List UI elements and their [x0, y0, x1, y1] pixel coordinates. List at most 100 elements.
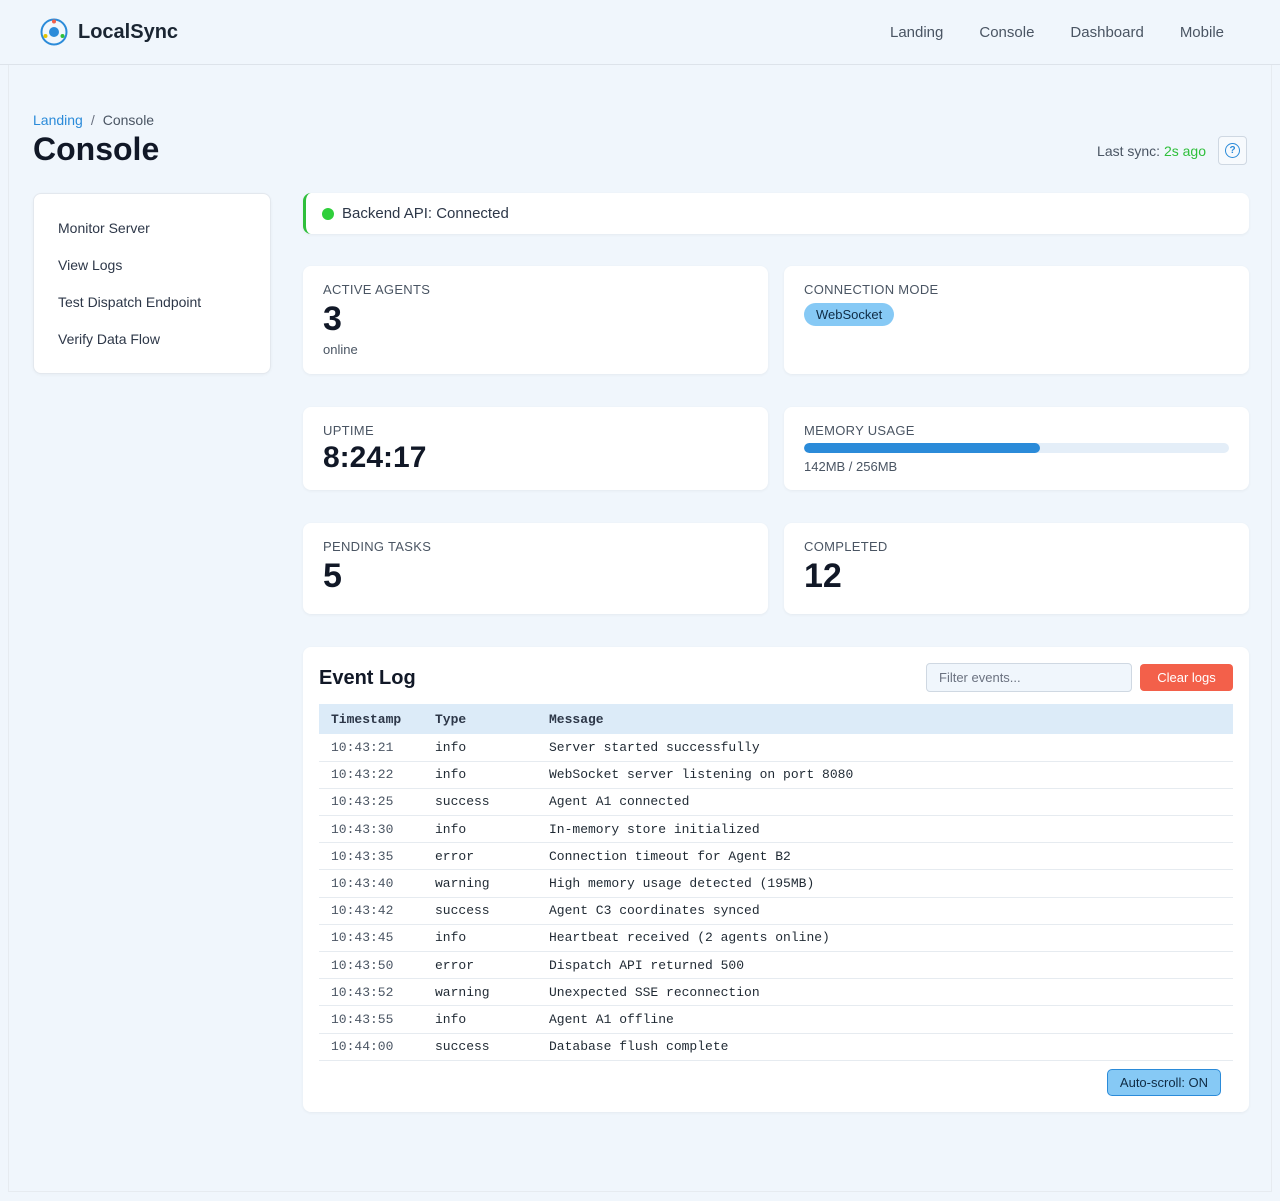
brand[interactable]: LocalSync	[40, 18, 178, 46]
log-message: Connection timeout for Agent B2	[537, 842, 1233, 871]
localsync-logo-icon	[40, 18, 68, 46]
log-type: info	[423, 761, 537, 789]
clear-logs-button[interactable]: Clear logs	[1140, 664, 1233, 691]
log-timestamp: 10:43:52	[319, 978, 423, 1007]
nav-mobile[interactable]: Mobile	[1162, 24, 1240, 41]
top-navbar: LocalSync Landing Console Dashboard Mobi…	[0, 0, 1280, 65]
log-timestamp: 10:43:42	[319, 897, 423, 925]
table-row: 10:43:22 info WebSocket server listening o…	[319, 761, 1233, 789]
stat-label: COMPLETED	[804, 539, 888, 554]
sidebar-item-view-logs[interactable]: View Logs	[58, 247, 246, 284]
column-header-type: Type	[423, 704, 537, 734]
nav-dashboard[interactable]: Dashboard	[1052, 24, 1161, 41]
uptime-value: 8:24:17	[323, 441, 427, 474]
uptime-card: UPTIME 8:24:17	[303, 407, 768, 490]
log-message: High memory usage detected (195MB)	[537, 869, 1233, 898]
table-row: 10:43:25 success Agent A1 connected	[319, 788, 1233, 817]
last-sync: Last sync: 2s ago	[1097, 143, 1206, 159]
event-log-title: Event Log	[319, 667, 416, 689]
backend-status-card: Backend API: Connected	[303, 193, 1249, 234]
log-message: Heartbeat received (2 agents online)	[537, 924, 1233, 953]
brand-name: LocalSync	[78, 20, 179, 43]
breadcrumb-landing[interactable]: Landing	[33, 112, 83, 128]
log-timestamp: 10:43:40	[319, 869, 423, 898]
log-timestamp: 10:43:30	[319, 815, 423, 844]
log-message: Agent A1 offline	[537, 1005, 1233, 1034]
backend-status-text: Backend API: Connected	[342, 205, 509, 222]
help-icon: ?	[1225, 143, 1240, 158]
connection-mode-badge: WebSocket	[804, 303, 895, 326]
event-log-table: Timestamp Type Message 10:43:21 info Serve…	[319, 704, 1233, 1061]
column-header-message: Message	[537, 704, 1233, 734]
table-row: 10:43:21 info Server started successfully	[319, 734, 1233, 762]
help-button[interactable]: ?	[1218, 136, 1247, 165]
log-type: success	[423, 1033, 537, 1061]
table-row: 10:43:35 error Connection timeout for Agen…	[319, 842, 1233, 871]
log-type: info	[423, 1005, 537, 1034]
stat-label: CONNECTION MODE	[804, 282, 939, 297]
log-type: warning	[423, 978, 537, 1007]
pending-tasks-value: 5	[323, 557, 342, 595]
log-timestamp: 10:43:25	[319, 788, 423, 817]
log-type: warning	[423, 869, 537, 898]
status-dot-icon	[322, 207, 334, 220]
log-timestamp: 10:44:00	[319, 1033, 423, 1061]
log-type: success	[423, 788, 537, 817]
log-type: error	[423, 951, 537, 980]
table-row: 10:44:00 success Database flush complete	[319, 1033, 1233, 1061]
memory-usage-card: MEMORY USAGE 142MB / 256MB	[784, 407, 1249, 490]
memory-progress-fill	[804, 443, 1040, 453]
table-row: 10:43:50 error Dispatch API returned 500	[319, 951, 1233, 980]
log-type: info	[423, 815, 537, 844]
log-type: info	[423, 734, 537, 762]
last-sync-label: Last sync:	[1097, 143, 1161, 159]
stat-label: ACTIVE AGENTS	[323, 282, 431, 297]
main-nav: Landing Console Dashboard Mobile	[872, 24, 1240, 41]
log-message: Database flush complete	[537, 1033, 1233, 1061]
table-header-row: Timestamp Type Message	[319, 704, 1233, 734]
breadcrumb: Landing / Console	[33, 112, 154, 128]
active-agents-value: 3	[323, 300, 342, 338]
last-sync-value: 2s ago	[1163, 143, 1206, 159]
sidebar-item-test-dispatch[interactable]: Test Dispatch Endpoint	[58, 284, 246, 321]
breadcrumb-current: Console	[102, 112, 155, 128]
table-row: 10:43:52 warning Unexpected SSE reconnecti…	[319, 978, 1233, 1007]
page-title: Console	[33, 131, 160, 167]
pending-tasks-card: PENDING TASKS 5	[303, 523, 768, 614]
log-message: In-memory store initialized	[537, 815, 1233, 844]
log-message: Unexpected SSE reconnection	[537, 978, 1233, 1007]
event-log-panel: Event Log Clear logs Timestamp Type Mess…	[303, 647, 1249, 1112]
memory-usage-text: 142MB / 256MB	[804, 459, 898, 474]
stat-label: MEMORY USAGE	[804, 423, 915, 438]
table-row: 10:43:45 info Heartbeat received (2 agents…	[319, 924, 1233, 953]
sidebar-item-monitor-server[interactable]: Monitor Server	[58, 210, 246, 247]
log-timestamp: 10:43:21	[319, 734, 423, 762]
breadcrumb-separator: /	[90, 112, 95, 128]
connection-mode-card: CONNECTION MODE WebSocket	[784, 266, 1249, 374]
log-timestamp: 10:43:35	[319, 842, 423, 871]
nav-landing[interactable]: Landing	[872, 24, 961, 41]
log-timestamp: 10:43:55	[319, 1005, 423, 1034]
stat-label: UPTIME	[323, 423, 374, 438]
log-timestamp: 10:43:45	[319, 924, 423, 953]
log-timestamp: 10:43:22	[319, 761, 423, 789]
nav-console[interactable]: Console	[961, 24, 1052, 41]
table-row: 10:43:30 info In-memory store initialized	[319, 815, 1233, 844]
log-message: Agent C3 coordinates synced	[537, 897, 1233, 925]
sidebar-item-verify-data-flow[interactable]: Verify Data Flow	[58, 321, 246, 358]
active-agents-sub: online	[323, 342, 358, 358]
table-row: 10:43:42 success Agent C3 coordinates sync…	[319, 897, 1233, 925]
column-header-timestamp: Timestamp	[319, 704, 423, 734]
completed-value: 12	[804, 557, 842, 595]
log-type: error	[423, 842, 537, 871]
log-message: Server started successfully	[537, 734, 1233, 762]
log-message: Dispatch API returned 500	[537, 951, 1233, 980]
memory-progress-bar	[804, 443, 1229, 453]
auto-scroll-toggle[interactable]: Auto-scroll: ON	[1107, 1069, 1221, 1096]
main-content: Landing / Console Console Last sync: 2s ag…	[8, 65, 1272, 1192]
active-agents-card: ACTIVE AGENTS 3 online	[303, 266, 768, 374]
log-type: success	[423, 897, 537, 925]
filter-events-input[interactable]	[926, 663, 1132, 692]
stat-label: PENDING TASKS	[323, 539, 432, 554]
log-type: info	[423, 924, 537, 953]
